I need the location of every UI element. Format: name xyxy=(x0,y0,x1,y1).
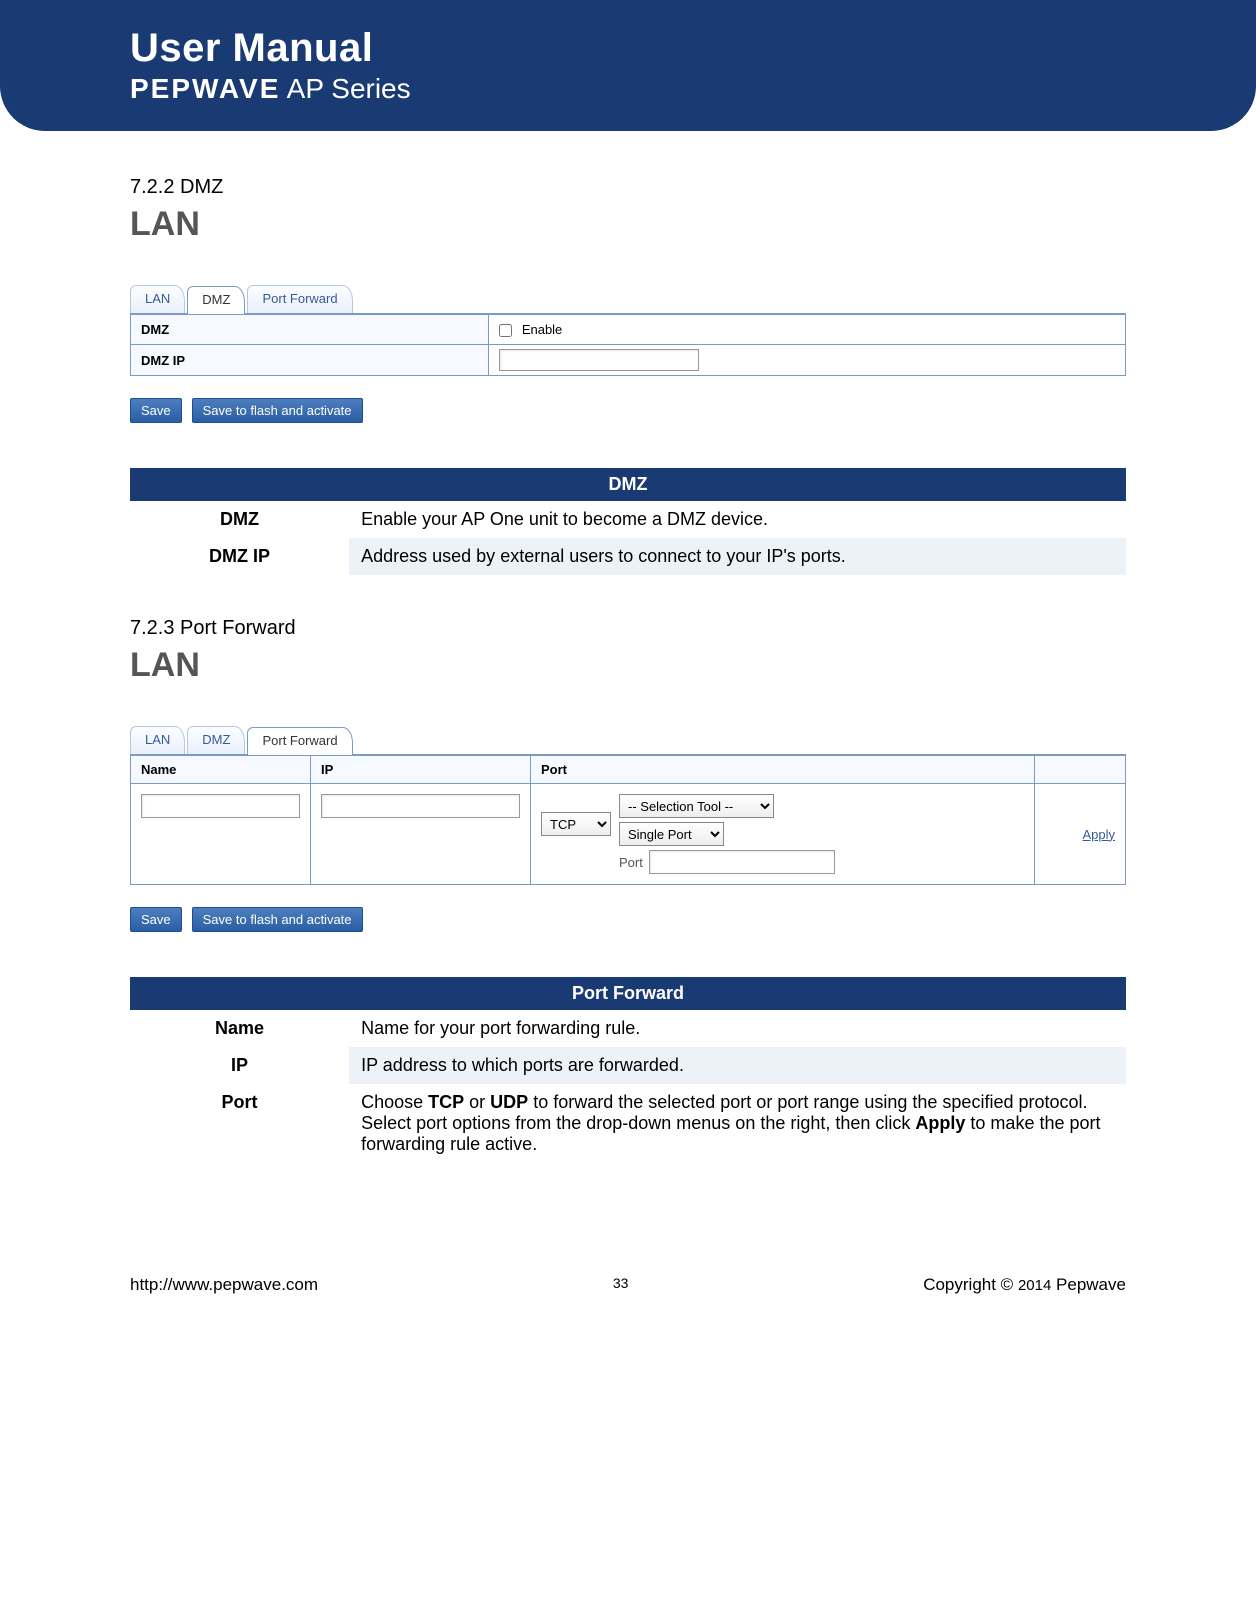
save-button[interactable]: Save xyxy=(130,398,182,423)
pf-selection-tool-select[interactable]: -- Selection Tool -- xyxy=(619,794,774,818)
pf-port-number-input[interactable] xyxy=(649,850,835,874)
dmz-ip-input[interactable] xyxy=(499,349,699,371)
footer-copyright-year: 2014 xyxy=(1018,1277,1051,1294)
page-footer: http://www.pepwave.com 33 Copyright © 20… xyxy=(0,1235,1256,1325)
dmz-row-label: DMZ xyxy=(131,315,489,345)
pf-protocol-select[interactable]: TCP UDP xyxy=(541,812,611,836)
tab-port-forward[interactable]: Port Forward xyxy=(247,285,352,313)
dmz-ref-desc-0: Enable your AP One unit to become a DMZ … xyxy=(349,501,1126,538)
manual-header: User Manual PEPWAVE AP Series xyxy=(0,0,1256,131)
tab-dmz[interactable]: DMZ xyxy=(187,286,245,314)
pf-port-cell: TCP UDP -- Selection Tool -- Single Port… xyxy=(531,784,1035,884)
pf-ip-input[interactable] xyxy=(321,794,520,818)
dmz-ref-title: DMZ xyxy=(130,468,1126,501)
footer-copyright-pre: Copyright © xyxy=(923,1275,1018,1294)
dmz-enable-cell: Enable xyxy=(489,315,1126,345)
pf-port-label: Port xyxy=(619,855,643,870)
pf-ip-cell xyxy=(311,784,531,884)
dmz-ip-cell xyxy=(489,345,1126,376)
pf-save-button[interactable]: Save xyxy=(130,907,182,932)
footer-copyright: Copyright © 2014 Pepwave xyxy=(923,1275,1126,1295)
pf-tab-dmz[interactable]: DMZ xyxy=(187,726,245,754)
pf-tab-lan[interactable]: LAN xyxy=(130,726,185,754)
pf-ref-key-1: IP xyxy=(130,1047,349,1084)
section-7-2-2-title: 7.2.2 DMZ xyxy=(130,176,1126,199)
tab-lan[interactable]: LAN xyxy=(130,285,185,313)
pf-apply-cell: Apply xyxy=(1035,784,1125,884)
pf-save-activate-button[interactable]: Save to flash and activate xyxy=(192,907,363,932)
pf-ref-desc-2: Choose TCP or UDP to forward the selecte… xyxy=(349,1084,1126,1163)
footer-page-number: 33 xyxy=(613,1275,629,1295)
dmz-ip-row-label: DMZ IP xyxy=(131,345,489,376)
pf-ref-key-2: Port xyxy=(130,1084,349,1163)
pf-lan-heading: LAN xyxy=(130,646,1126,685)
pf-button-row: Save Save to flash and activate xyxy=(130,907,1126,932)
pf-tab-bar: LAN DMZ Port Forward xyxy=(130,725,1126,755)
footer-copyright-post: Pepwave xyxy=(1051,1275,1126,1294)
pf-ref-title: Port Forward xyxy=(130,977,1126,1010)
dmz-config-table: DMZ Enable DMZ IP xyxy=(130,314,1126,376)
dmz-tab-bar: LAN DMZ Port Forward xyxy=(130,284,1126,314)
dmz-ref-key-1: DMZ IP xyxy=(130,538,349,575)
save-activate-button[interactable]: Save to flash and activate xyxy=(192,398,363,423)
dmz-ref-desc-1: Address used by external users to connec… xyxy=(349,538,1126,575)
brand-bold: PEPWAVE xyxy=(130,73,280,104)
pf-reference-table: Port Forward Name Name for your port for… xyxy=(130,977,1126,1163)
brand-light: AP Series xyxy=(280,73,410,104)
pf-col-port: Port xyxy=(531,756,1035,783)
pf-ref-desc-1: IP address to which ports are forwarded. xyxy=(349,1047,1126,1084)
footer-url: http://www.pepwave.com xyxy=(130,1275,318,1295)
dmz-button-row: Save Save to flash and activate xyxy=(130,398,1126,423)
manual-title: User Manual xyxy=(130,26,1216,71)
pf-name-cell xyxy=(131,784,311,884)
section-7-2-3-title: 7.2.3 Port Forward xyxy=(130,617,1126,640)
dmz-lan-heading: LAN xyxy=(130,205,1126,244)
dmz-enable-label: Enable xyxy=(522,322,562,337)
pf-col-name: Name xyxy=(131,756,311,783)
pf-ref-desc-0: Name for your port forwarding rule. xyxy=(349,1010,1126,1047)
dmz-ref-key-0: DMZ xyxy=(130,501,349,538)
pf-ref-key-0: Name xyxy=(130,1010,349,1047)
pf-col-apply xyxy=(1035,756,1125,783)
dmz-enable-checkbox[interactable] xyxy=(499,324,512,337)
port-forward-grid: Name IP Port TCP UDP -- S xyxy=(130,755,1126,885)
pf-col-ip: IP xyxy=(311,756,531,783)
pf-port-type-select[interactable]: Single Port Port Range xyxy=(619,822,724,846)
pf-name-input[interactable] xyxy=(141,794,300,818)
manual-brand: PEPWAVE AP Series xyxy=(130,73,1216,105)
pf-tab-port-forward[interactable]: Port Forward xyxy=(247,727,352,755)
pf-apply-link[interactable]: Apply xyxy=(1082,827,1115,842)
dmz-reference-table: DMZ DMZ Enable your AP One unit to becom… xyxy=(130,468,1126,575)
